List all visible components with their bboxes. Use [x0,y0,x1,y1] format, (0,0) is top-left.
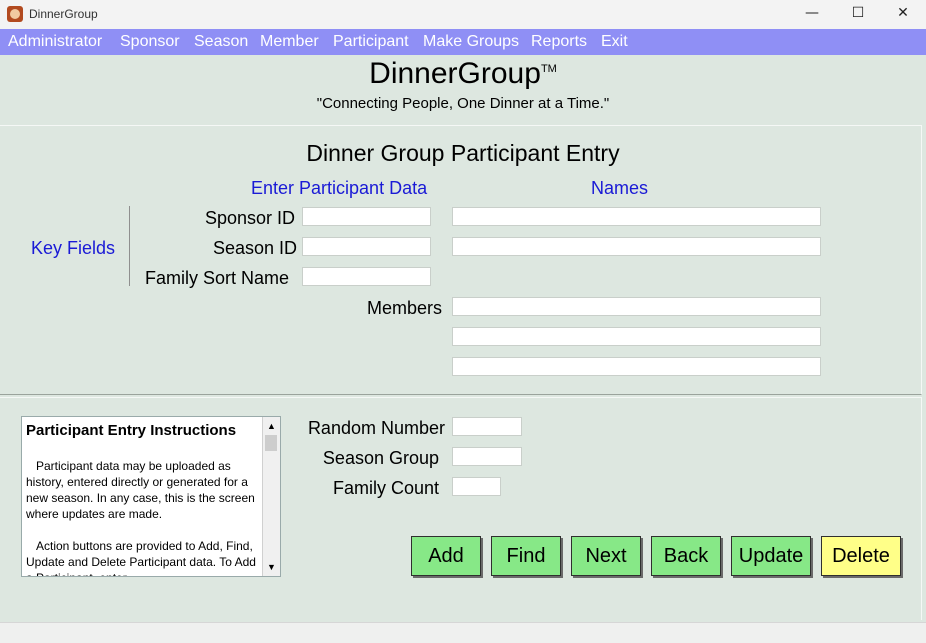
back-button[interactable]: Back [651,536,721,576]
members-label: Members [366,298,442,318]
brand-title: DinnerGroupTM [0,57,926,91]
menu-exit[interactable]: Exit [601,33,628,51]
scroll-thumb[interactable] [265,435,277,451]
status-bar [0,622,926,643]
menu-make-groups[interactable]: Make Groups [423,33,519,51]
season-id-label: Season ID [212,238,297,258]
family-count-label: Family Count [332,478,439,498]
instructions-title: Participant Entry Instructions [26,422,237,439]
update-button[interactable]: Update [731,536,811,576]
window-title: DinnerGroup [29,7,98,21]
minimize-button[interactable]: — [789,0,835,29]
key-fields-label: Key Fields [31,238,116,258]
brand-name: DinnerGroup [369,57,541,90]
add-button[interactable]: Add [411,536,481,576]
delete-button[interactable]: Delete [821,536,901,576]
menu-season[interactable]: Season [194,33,248,51]
menu-reports[interactable]: Reports [531,33,587,51]
random-number-field[interactable] [452,417,522,436]
brand-tagline: "Connecting People, One Dinner at a Time… [316,95,610,112]
menu-sponsor[interactable]: Sponsor [120,33,180,51]
menu-participant[interactable]: Participant [333,33,409,51]
family-count-field[interactable] [452,477,501,496]
family-sort-name-label: Family Sort Name [144,268,289,288]
instructions-paragraph: Action buttons are provided to Add, Find… [26,539,256,576]
title-bar: DinnerGroup — ☐ ✕ [0,0,926,29]
season-group-field[interactable] [452,447,522,466]
instructions-paragraph: Participant data may be uploaded as hist… [26,459,255,521]
names-header: Names [591,178,649,198]
scroll-down-arrow-icon[interactable]: ▼ [263,560,280,574]
instructions-body: Participant data may be uploaded as hist… [26,458,262,576]
menu-bar: Administrator Sponsor Season Member Part… [0,29,926,55]
maximize-button[interactable]: ☐ [835,0,881,29]
scroll-up-arrow-icon[interactable]: ▲ [263,419,280,433]
find-button[interactable]: Find [491,536,561,576]
member-2-field[interactable] [452,327,821,346]
member-1-field[interactable] [452,297,821,316]
season-name-field[interactable] [452,237,821,256]
enter-data-header: Enter Participant Data [251,178,428,198]
app-icon [7,6,23,22]
sponsor-id-field[interactable] [302,207,431,226]
season-id-field[interactable] [302,237,431,256]
season-group-label: Season Group [322,448,439,468]
sponsor-id-label: Sponsor ID [204,208,295,228]
family-sort-name-field[interactable] [302,267,431,286]
form-title: Dinner Group Participant Entry [306,140,620,166]
sponsor-name-field[interactable] [452,207,821,226]
close-button[interactable]: ✕ [880,0,926,29]
menu-member[interactable]: Member [260,33,319,51]
instructions-scrollbar[interactable]: ▲ ▼ [262,417,280,576]
member-3-field[interactable] [452,357,821,376]
random-number-label: Random Number [307,418,445,438]
instructions-box[interactable]: Participant Entry Instructions Participa… [21,416,281,577]
trademark-mark: TM [540,63,557,75]
menu-administrator[interactable]: Administrator [8,33,102,51]
next-button[interactable]: Next [571,536,641,576]
key-fields-bracket [129,206,130,286]
